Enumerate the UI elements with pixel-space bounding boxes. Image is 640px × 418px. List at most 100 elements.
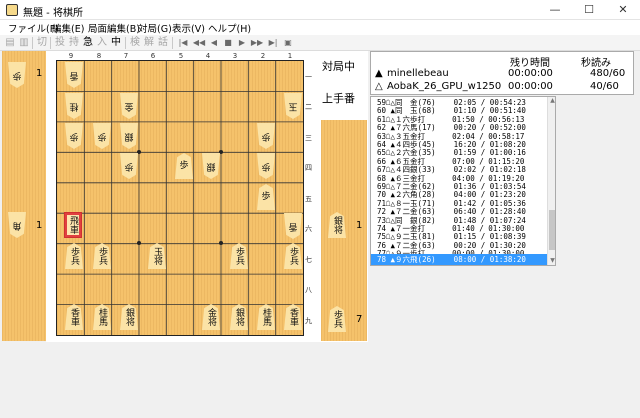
player-name: minellebeau [387,68,449,79]
board-piece-gote[interactable]: 香 [65,62,83,88]
gote-hand-piece[interactable]: 角 [8,212,26,238]
board-piece-gote[interactable]: 銀 [202,153,220,179]
menu-position-edit[interactable]: 局面編集(B) [88,21,140,35]
menu-help[interactable]: ヘルプ(H) [208,21,251,35]
sente-hand-count: 7 [356,314,363,325]
board-piece-sente[interactable]: 金将 [202,304,220,330]
rank-label: 六 [305,225,312,233]
star-point [137,241,141,245]
toolbar-enter-button[interactable]: 入 [96,36,108,50]
remaining-time-header: 残り時間 [510,58,550,69]
rank-label: 五 [305,195,312,203]
minimize-button[interactable]: — [538,0,572,20]
file-label: 4 [205,52,211,60]
board-piece-sente[interactable]: 桂馬 [257,304,275,330]
board-piece-sente[interactable]: 桂馬 [93,304,111,330]
board-piece-gote[interactable]: 金 [120,93,138,119]
file-label: 5 [178,52,184,60]
forward-fast-icon[interactable]: ▶▶ [250,36,264,50]
board-piece-gote[interactable]: 歩 [93,123,111,149]
toolbar-divider [172,37,173,49]
first-move-icon[interactable]: |◀ [176,36,190,50]
forward-icon[interactable]: ▶ [236,36,248,50]
move-list-scrollbar[interactable]: ▲ ▼ [547,97,555,265]
toolbar-divider [32,37,33,49]
toolbar-stop-button[interactable]: 中 [110,36,122,50]
file-label: 7 [123,52,129,60]
scroll-up-icon[interactable]: ▲ [548,97,555,105]
board-piece-gote[interactable]: 銀 [120,123,138,149]
board-piece-gote[interactable]: 歩 [257,123,275,149]
toolbar-hurry-button[interactable]: 急 [82,36,94,50]
gote-hand-piece[interactable]: 歩 [8,62,26,88]
board-piece-gote[interactable]: 歩 [65,123,83,149]
toolbar-resign-button[interactable]: 投 [54,36,66,50]
file-label: 2 [260,52,266,60]
board-piece-sente[interactable]: 銀将 [230,304,248,330]
sente-hand-count: 1 [356,220,363,231]
player-row-sente: ▲ minellebeau 00:00:00 480/60 [375,68,631,80]
board-piece-sente[interactable]: 歩兵 [284,243,302,269]
move-list-item-selected[interactable]: 78 ▲９六飛(26) 08:00 / 01:38:20 [371,254,547,265]
move-list[interactable]: 59☖△同 金(76) 02:05 / 00:54:23 60 ▲同 玉(68)… [370,96,556,266]
sente-hand-piece[interactable]: 歩兵 [328,306,346,332]
player-clock-panel: 残り時間 秒読み ▲ minellebeau 00:00:00 480/60 △… [370,51,634,95]
close-button[interactable]: ✕ [606,0,640,20]
rank-label: 四 [305,164,312,172]
toolbar-hold-button[interactable]: 持 [68,36,80,50]
menu-view[interactable]: 表示(V) [172,21,205,35]
board-piece-sente-king[interactable]: 玉将 [148,243,166,269]
board-piece-sente[interactable]: 歩 [257,184,275,210]
board-piece-gote[interactable]: 香 [284,213,302,239]
board-piece-gote[interactable]: 桂 [65,93,83,119]
rank-label: 一 [305,73,312,81]
toolbar-study-button[interactable]: 検 [129,36,141,50]
copy-icon[interactable]: ▤ [4,36,16,50]
window-title: 無題 - 将棋所 [23,8,83,19]
title-bar: 無題 - 将棋所 — ☐ ✕ [0,0,640,20]
gote-mark: △ [375,81,383,92]
maximize-button[interactable]: ☐ [572,0,606,20]
toolbar-analyze-button[interactable]: 解 [143,36,155,50]
board-piece-gote[interactable]: 歩 [257,153,275,179]
app-icon [6,4,18,16]
menu-game[interactable]: 対局(G) [138,21,172,35]
toolbar-talk-button[interactable]: 話 [157,36,169,50]
last-move-icon[interactable]: ▶| [266,36,280,50]
back-fast-icon[interactable]: ◀◀ [192,36,206,50]
back-icon[interactable]: ◀ [208,36,220,50]
file-label: 8 [96,52,102,60]
board-piece-sente[interactable]: 歩兵 [230,243,248,269]
board-piece-sente[interactable]: 香車 [284,304,302,330]
stop-icon[interactable]: ■ [222,36,234,50]
board-piece-sente[interactable]: 歩兵 [93,243,111,269]
menu-edit[interactable]: 編集(E) [52,21,84,35]
player-time: 00:00:00 [508,68,553,79]
player-time: 00:00:00 [508,81,553,92]
flip-board-icon[interactable]: ▣ [282,36,294,50]
rank-label: 三 [305,134,312,142]
highlighted-rook-piece[interactable]: 飛車 [64,212,82,238]
gote-piece-stand[interactable] [2,51,46,341]
board-piece-sente[interactable]: 香車 [65,304,83,330]
file-label: 9 [68,52,74,60]
scroll-down-icon[interactable]: ▼ [548,257,555,265]
player-byoyomi: 40/60 [590,81,619,92]
paste-icon[interactable]: ▥ [18,36,30,50]
toolbar-divider [125,37,126,49]
gote-hand-count: 1 [36,220,43,231]
turn-status-label: 上手番 [322,92,355,105]
sente-hand-piece[interactable]: 銀将 [328,212,346,238]
board-piece-sente[interactable]: 歩 [175,153,193,179]
scroll-thumb[interactable] [549,210,555,250]
sente-mark: ▲ [375,68,383,79]
byoyomi-header: 秒読み [581,58,611,69]
toolbar-cut-button[interactable]: 切 [36,36,48,50]
board-piece-gote[interactable]: 歩 [120,153,138,179]
board-piece-sente[interactable]: 銀将 [120,304,138,330]
player-byoyomi: 480/60 [590,68,626,79]
file-label: 6 [150,52,156,60]
board-piece-sente[interactable]: 歩兵 [65,243,83,269]
rank-label: 二 [305,103,312,111]
board-piece-gote[interactable]: 玉 [284,93,302,119]
